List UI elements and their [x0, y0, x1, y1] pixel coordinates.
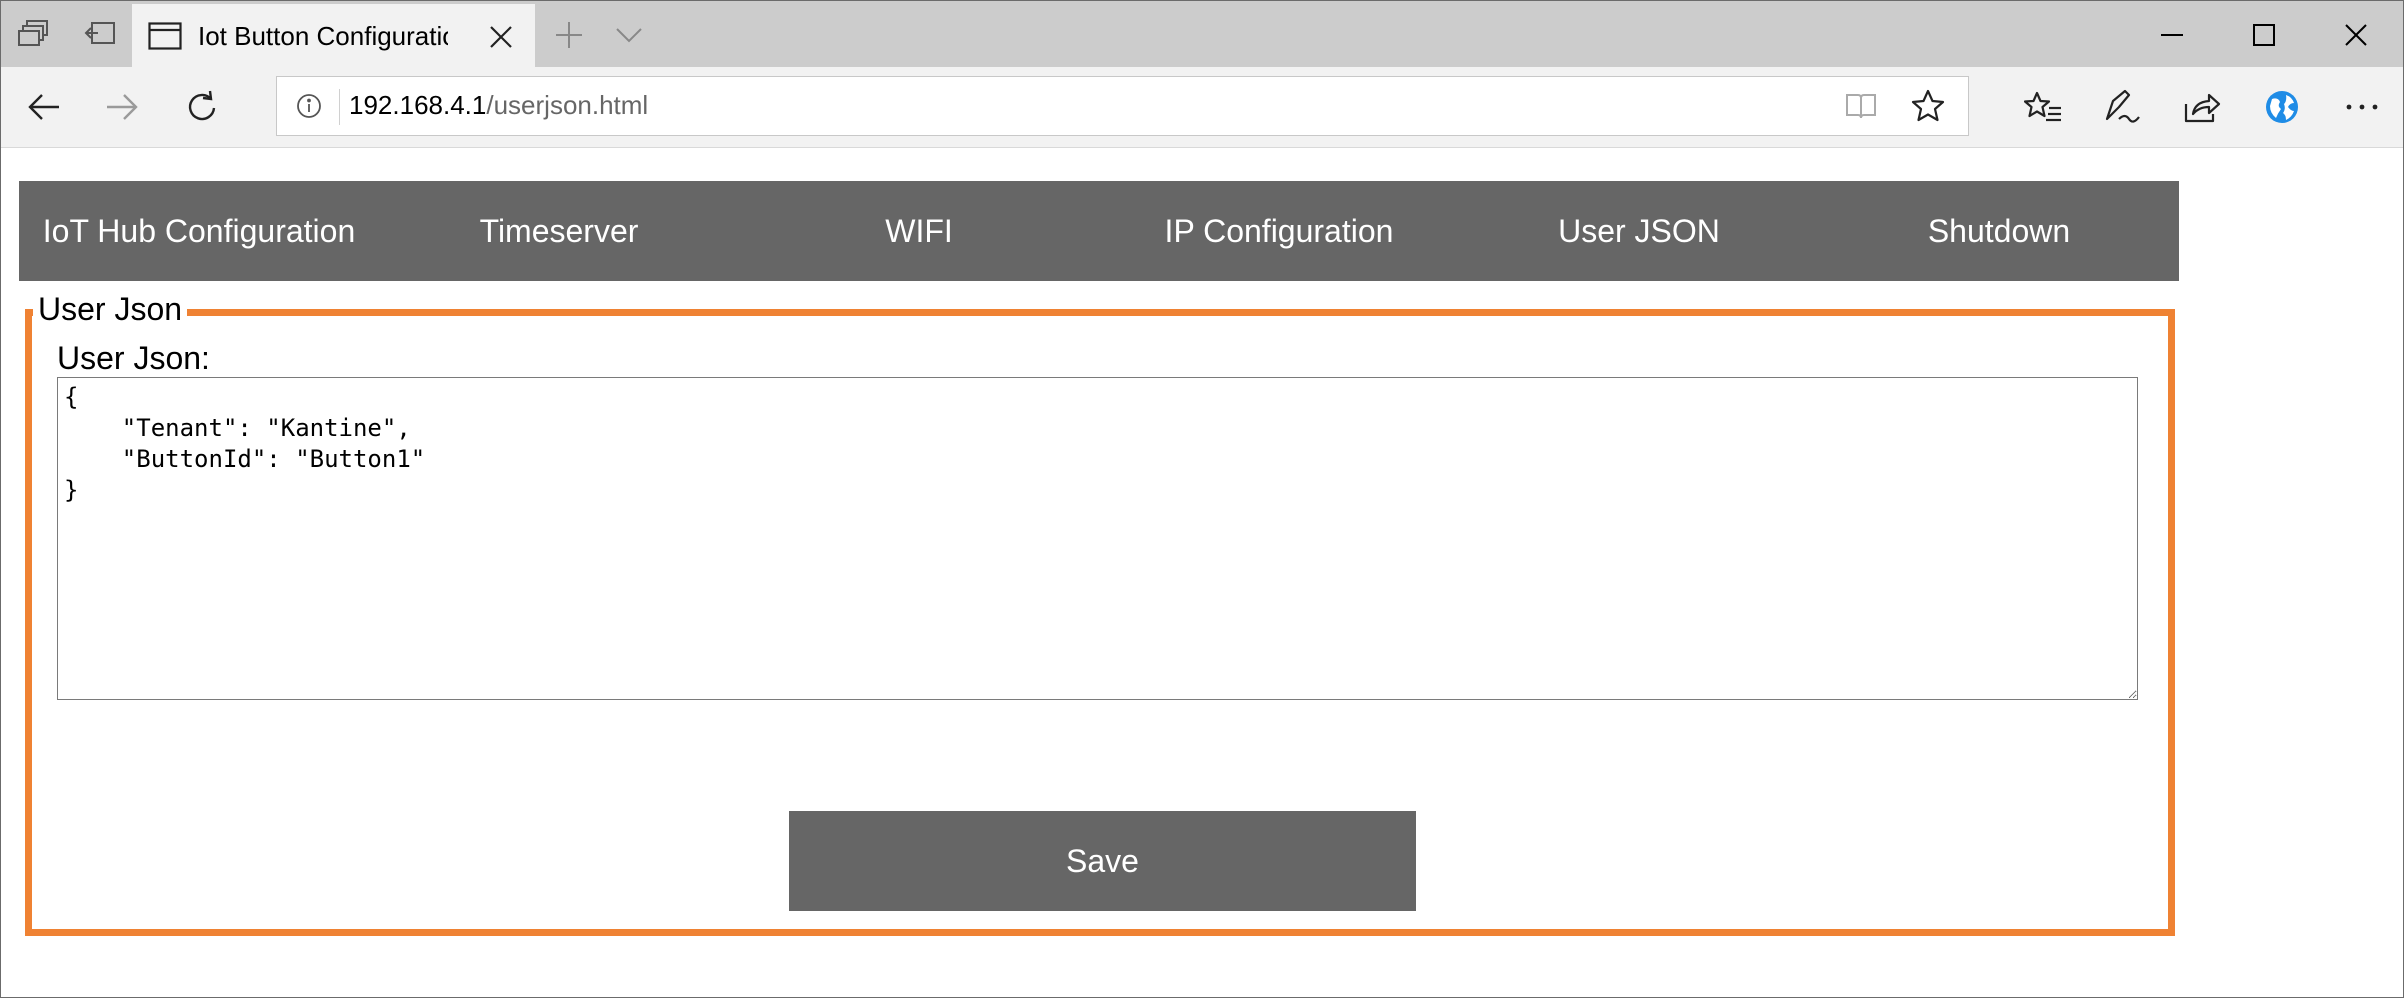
title-bar: Iot Button Configuratio — [1, 1, 2403, 68]
page-icon — [148, 22, 182, 55]
address-url[interactable]: 192.168.4.1/userjson.html — [349, 90, 648, 121]
pen-icon[interactable] — [2097, 85, 2147, 129]
nav-wifi[interactable]: WIFI — [739, 181, 1099, 281]
tab-title: Iot Button Configuratio — [198, 21, 448, 51]
back-arrow-icon[interactable] — [19, 85, 69, 129]
more-icon[interactable] — [2337, 85, 2387, 129]
save-button[interactable]: Save — [789, 811, 1416, 911]
browser-tab[interactable]: Iot Button Configuratio — [132, 4, 535, 68]
info-icon[interactable] — [295, 92, 323, 125]
browser-window: Iot Button Configuratio 192.168.4.1/user… — [0, 0, 2404, 998]
maximize-icon[interactable] — [2239, 13, 2289, 57]
reading-view-icon[interactable] — [1845, 91, 1877, 126]
user-json-label: User Json: — [57, 340, 210, 376]
forward-arrow-icon[interactable] — [97, 85, 147, 129]
tab-set-aside-icon[interactable] — [15, 15, 53, 53]
page-navbar: IoT Hub Configuration Timeserver WIFI IP… — [19, 181, 2179, 281]
plus-icon[interactable] — [549, 17, 589, 53]
window-close-icon[interactable] — [2331, 13, 2381, 57]
favorites-list-icon[interactable] — [2018, 85, 2068, 129]
nav-timeserver[interactable]: Timeserver — [379, 181, 739, 281]
address-path: /userjson.html — [486, 90, 649, 120]
nav-user-json[interactable]: User JSON — [1459, 181, 1819, 281]
nav-iot-hub-configuration[interactable]: IoT Hub Configuration — [19, 181, 379, 281]
address-separator — [339, 89, 340, 125]
user-json-textarea[interactable]: { "Tenant": "Kantine", "ButtonId": "Butt… — [57, 377, 2138, 700]
minimize-icon[interactable] — [2147, 13, 2197, 57]
close-icon[interactable] — [486, 22, 516, 52]
favorite-star-icon[interactable] — [1911, 89, 1945, 128]
tabs-aside-icon[interactable] — [81, 15, 119, 53]
address-bar[interactable]: 192.168.4.1/userjson.html — [276, 76, 1969, 136]
address-host: 192.168.4.1 — [349, 90, 487, 120]
refresh-icon[interactable] — [177, 85, 227, 129]
fieldset-legend: User Json — [33, 291, 188, 327]
nav-ip-configuration[interactable]: IP Configuration — [1099, 181, 1459, 281]
chevron-down-icon[interactable] — [609, 17, 649, 53]
share-icon[interactable] — [2177, 85, 2227, 129]
browser-toolbar: 192.168.4.1/userjson.html — [1, 67, 2403, 148]
nav-shutdown[interactable]: Shutdown — [1819, 181, 2179, 281]
profile-icon[interactable] — [2257, 85, 2307, 129]
